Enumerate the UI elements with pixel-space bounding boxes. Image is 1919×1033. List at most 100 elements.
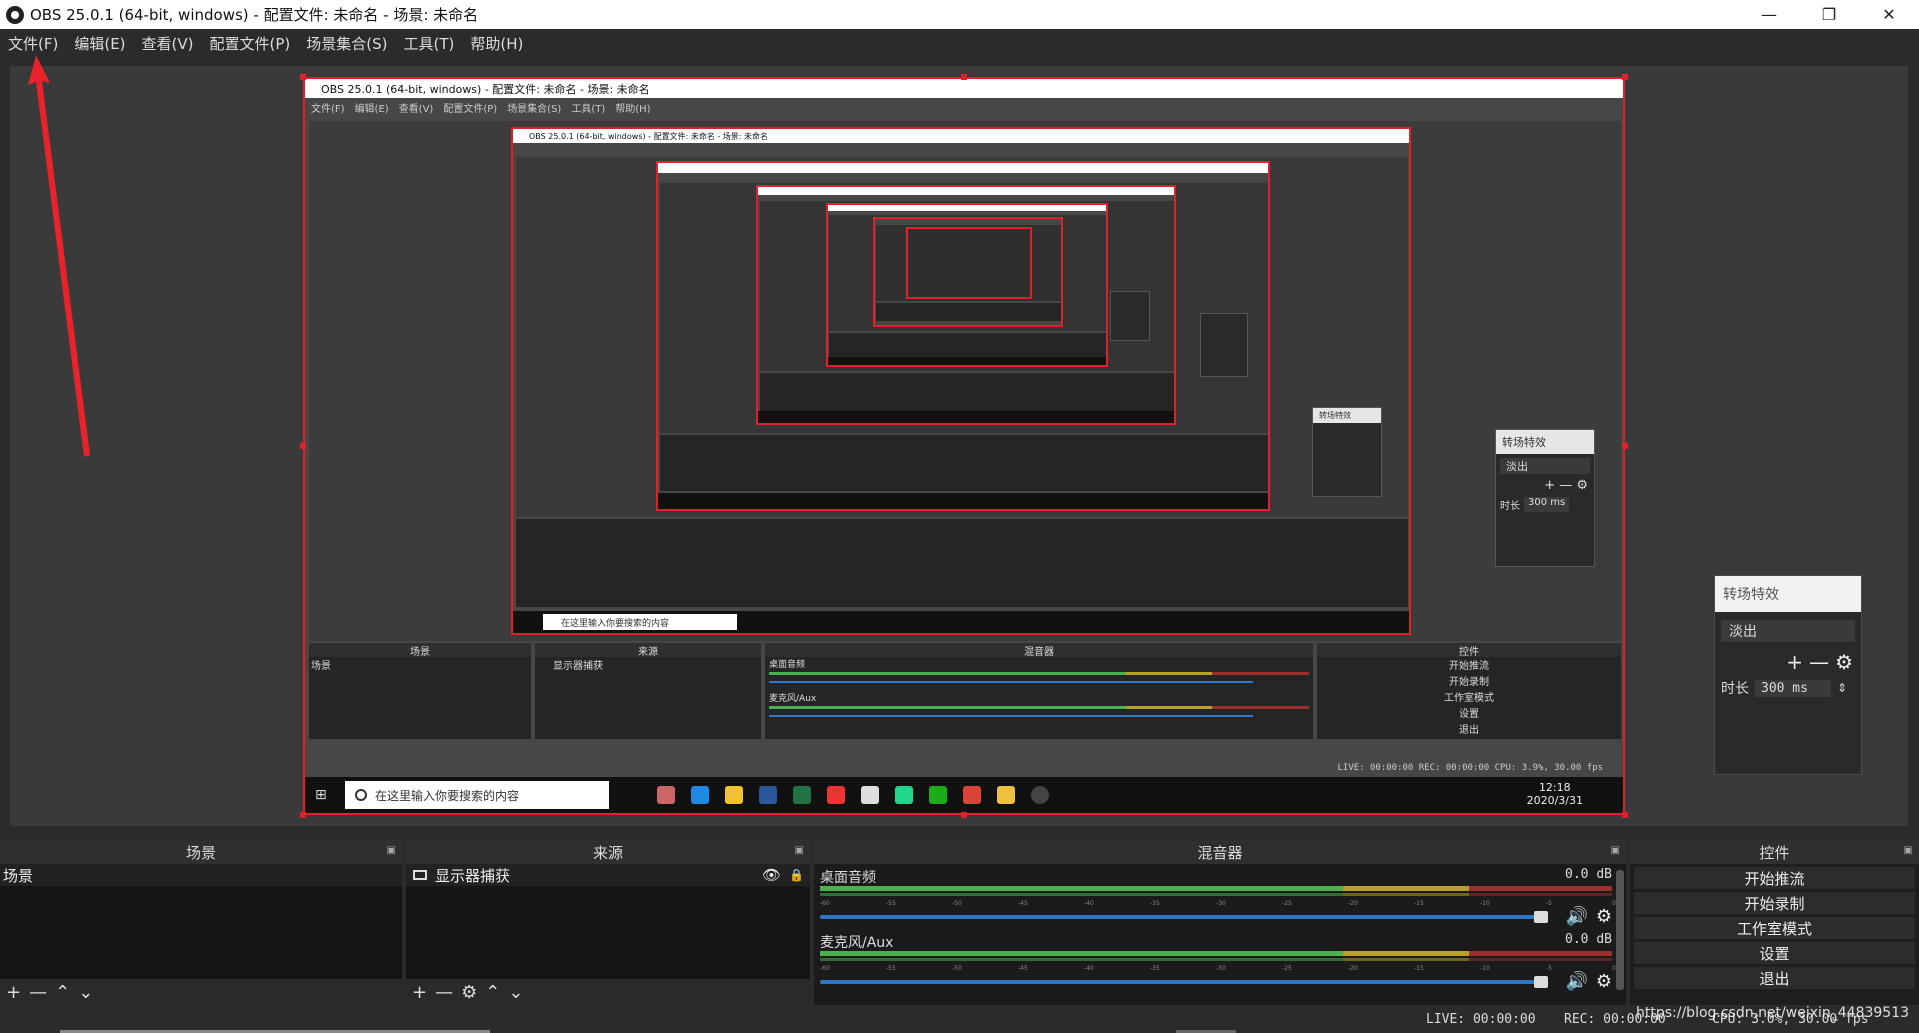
speaker-icon[interactable]: 🔊 xyxy=(1565,906,1587,927)
scene-item[interactable]: 场景 xyxy=(0,864,402,886)
duration-row: 时长 300 ms ⇕ xyxy=(1721,678,1855,698)
nested-duration-label: 时长 xyxy=(1500,501,1520,512)
nested-clock-time: 12:18 xyxy=(1538,781,1571,794)
mixer-gear-icon[interactable]: ⚙ xyxy=(1596,906,1612,927)
preview-canvas[interactable]: OBS 25.0.1 (64-bit, windows) - 配置文件: 未命名… xyxy=(10,66,1908,826)
nested3-preview xyxy=(660,183,1268,433)
nested2-docks xyxy=(516,519,1408,607)
transition-panel: 转场特效 淡出 + — ⚙ 时长 300 ms ⇕ xyxy=(1714,575,1862,775)
dock-float-icon[interactable]: ▣ xyxy=(795,845,804,856)
nested3-transition-panel xyxy=(1200,313,1248,377)
window-title: OBS 25.0.1 (64-bit, windows) - 配置文件: 未命名… xyxy=(30,6,479,24)
volume-slider[interactable] xyxy=(820,976,1548,988)
nested2-taskbar-search: 在这里输入你要搜索的内容 xyxy=(543,614,737,630)
source-item[interactable]: 显示器捕获 👁 🔒 xyxy=(406,864,810,886)
nested-menu-bar: 文件(F) 编辑(E) 查看(V) 配置文件(P) 场景集合(S) 工具(T) … xyxy=(305,98,1623,116)
nested5-docks xyxy=(829,333,1106,359)
nested-menu-view: 查看(V) xyxy=(398,103,434,115)
nested-clock: 12:18 2020/3/31 xyxy=(1527,781,1583,807)
resize-handle-tl[interactable] xyxy=(300,74,306,80)
level-meter xyxy=(820,951,1612,956)
resize-handle-bc[interactable] xyxy=(961,812,967,818)
nested-transition-tools: + — ⚙ xyxy=(1544,478,1588,493)
nested-start-icon: ⊞ xyxy=(315,787,327,803)
visibility-eye-icon[interactable]: 👁 xyxy=(762,866,781,884)
start-recording-button[interactable]: 开始录制 xyxy=(1634,892,1915,914)
mixer-scrollbar[interactable] xyxy=(1616,870,1624,990)
nested5-title-bar xyxy=(828,205,1106,211)
dock-float-icon[interactable]: ▣ xyxy=(1611,845,1620,856)
obs-logo-icon xyxy=(6,5,24,24)
volume-slider[interactable] xyxy=(820,911,1548,923)
nested-mixer-track-1: 桌面音频 xyxy=(769,660,806,670)
scene-up-button[interactable]: ⌃ xyxy=(55,982,70,1003)
remove-scene-button[interactable]: — xyxy=(29,982,47,1003)
volume-slider-knob[interactable] xyxy=(1534,976,1548,988)
meter-tick-label: -45 xyxy=(1018,900,1028,907)
lock-icon[interactable]: 🔒 xyxy=(789,868,804,882)
nested-capture-frame[interactable]: OBS 25.0.1 (64-bit, windows) - 配置文件: 未命名… xyxy=(303,77,1625,815)
maximize-button[interactable]: ❐ xyxy=(1799,0,1859,29)
nested-transition-select: 淡出 xyxy=(1500,458,1590,474)
resize-handle-mr[interactable] xyxy=(1622,443,1628,449)
add-source-button[interactable]: + xyxy=(412,982,427,1003)
menu-scene-collection[interactable]: 场景集合(S) xyxy=(298,33,395,54)
mixer-track-db: 0.0 dB xyxy=(1565,867,1612,882)
tray-app-icon xyxy=(657,786,675,804)
add-scene-button[interactable]: + xyxy=(6,982,21,1003)
dock-float-icon[interactable]: ▣ xyxy=(1904,845,1913,856)
nested-mixer-meter-1 xyxy=(769,672,1309,675)
meter-tick-label: -25 xyxy=(1282,900,1292,907)
pycharm-icon xyxy=(895,786,913,804)
nested2-transition-title: 转场特效 xyxy=(1313,408,1381,423)
dock-float-icon[interactable]: ▣ xyxy=(387,845,396,856)
annotation-arrow-icon xyxy=(28,55,90,457)
remove-source-button[interactable]: — xyxy=(435,982,453,1003)
source-down-button[interactable]: ⌄ xyxy=(508,982,523,1003)
resize-handle-ml[interactable] xyxy=(300,443,306,449)
add-transition-button[interactable]: + xyxy=(1786,650,1803,674)
nested-menu-profile: 配置文件(P) xyxy=(443,103,498,115)
transition-gear-icon[interactable]: ⚙ xyxy=(1835,650,1853,674)
menu-file[interactable]: 文件(F) xyxy=(0,33,66,54)
volume-slider-knob[interactable] xyxy=(1534,911,1548,923)
resize-handle-tc[interactable] xyxy=(961,74,967,80)
nested-status: LIVE: 00:00:00 REC: 00:00:00 CPU: 3.9%, … xyxy=(1337,763,1603,773)
resize-handle-br[interactable] xyxy=(1622,812,1628,818)
duration-input[interactable]: 300 ms xyxy=(1755,679,1831,697)
nested-search-placeholder: 在这里输入你要搜索的内容 xyxy=(375,788,520,803)
remove-transition-button[interactable]: — xyxy=(1809,650,1829,674)
nested2-transition-panel: 转场特效 xyxy=(1312,407,1382,497)
mixer-gear-icon[interactable]: ⚙ xyxy=(1596,971,1612,992)
excel-icon xyxy=(793,786,811,804)
menu-edit[interactable]: 编辑(E) xyxy=(66,33,133,54)
mixer-track-db: 0.0 dB xyxy=(1565,932,1612,947)
nested-control-0: 开始推流 xyxy=(1449,661,1489,672)
resize-handle-tr[interactable] xyxy=(1622,74,1628,80)
scenes-toolbar: + — ⌃ ⌄ xyxy=(0,979,402,1005)
menu-tools[interactable]: 工具(T) xyxy=(395,33,462,54)
close-button[interactable]: ✕ xyxy=(1859,0,1919,29)
sources-toolbar: + — ⚙ ⌃ ⌄ xyxy=(406,979,810,1005)
nested-capture-frame-6 xyxy=(873,217,1063,327)
exit-button[interactable]: 退出 xyxy=(1634,967,1915,989)
mixer-dock-header: 混音器 ▣ xyxy=(814,840,1626,864)
settings-button[interactable]: 设置 xyxy=(1634,942,1915,964)
nested-capture-frame-7 xyxy=(906,227,1032,299)
menu-view[interactable]: 查看(V) xyxy=(134,33,202,54)
studio-mode-button[interactable]: 工作室模式 xyxy=(1634,917,1915,939)
duration-spin-icon[interactable]: ⇕ xyxy=(1837,681,1847,695)
source-up-button[interactable]: ⌃ xyxy=(485,982,500,1003)
scene-down-button[interactable]: ⌄ xyxy=(78,982,93,1003)
start-streaming-button[interactable]: 开始推流 xyxy=(1634,867,1915,889)
speaker-icon[interactable]: 🔊 xyxy=(1565,971,1587,992)
menu-profile[interactable]: 配置文件(P) xyxy=(202,33,299,54)
menu-help[interactable]: 帮助(H) xyxy=(462,33,531,54)
minimize-button[interactable]: — xyxy=(1739,0,1799,29)
controls-dock-header: 控件 ▣ xyxy=(1630,840,1919,864)
resize-handle-bl[interactable] xyxy=(300,812,306,818)
source-properties-gear-icon[interactable]: ⚙ xyxy=(461,982,477,1003)
transition-select[interactable]: 淡出 xyxy=(1721,620,1855,642)
nested5-taskbar xyxy=(828,357,1106,365)
nested-taskbar-apps xyxy=(649,786,1057,804)
